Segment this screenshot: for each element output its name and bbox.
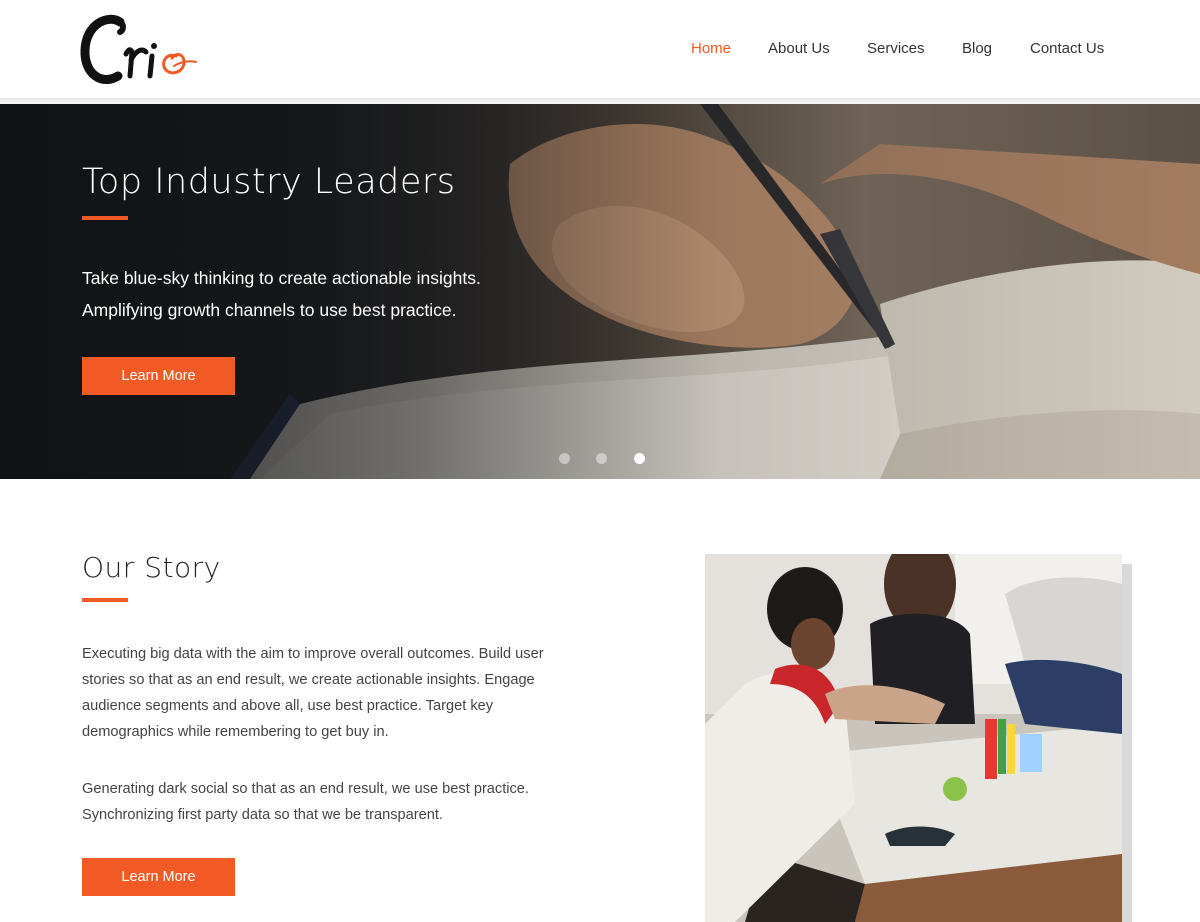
team-photo-illustration: [705, 554, 1122, 922]
hero-line-1: Take blue-sky thinking to create actiona…: [82, 268, 481, 288]
hero-description: Take blue-sky thinking to create actiona…: [82, 262, 481, 326]
story-title: Our Story: [82, 551, 221, 584]
nav-contact-us[interactable]: Contact Us: [1030, 40, 1104, 57]
story-p2-line-1: Generating dark social so that as an end…: [82, 781, 529, 797]
site-header: Home About Us Services Blog Contact Us: [0, 0, 1200, 102]
crio-logo[interactable]: [80, 10, 200, 88]
hero-line-2: Amplifying growth channels to use best p…: [82, 300, 457, 320]
nav-services[interactable]: Services: [867, 40, 925, 57]
team-photo: [705, 554, 1122, 922]
hero-learn-more-button[interactable]: Learn More: [82, 357, 235, 395]
story-paragraph-1: Executing big data with the aim to impro…: [82, 641, 582, 745]
story-p1-line-2: stories so that as an end result, we cre…: [82, 672, 535, 688]
hero-slider: Top Industry Leaders Take blue-sky think…: [0, 104, 1200, 479]
story-p2-line-2: Synchronizing first party data so that w…: [82, 807, 443, 823]
story-paragraph-2: Generating dark social so that as an end…: [82, 776, 582, 828]
story-p1-line-4: demographics while remembering to get bu…: [82, 724, 389, 740]
story-p1-line-3: audience segments and above all, use bes…: [82, 698, 494, 714]
slider-dot-2[interactable]: [596, 453, 607, 464]
story-learn-more-button[interactable]: Learn More: [82, 858, 235, 896]
nav-home[interactable]: Home: [691, 40, 731, 57]
nav-about-us[interactable]: About Us: [768, 40, 830, 57]
hero-title-underline: [82, 216, 128, 220]
slider-dot-3[interactable]: [634, 453, 645, 464]
story-title-underline: [82, 598, 128, 602]
story-p1-line-1: Executing big data with the aim to impro…: [82, 646, 544, 662]
slider-dot-1[interactable]: [559, 453, 570, 464]
nav-blog[interactable]: Blog: [962, 40, 992, 57]
hero-title: Top Industry Leaders: [82, 162, 456, 202]
